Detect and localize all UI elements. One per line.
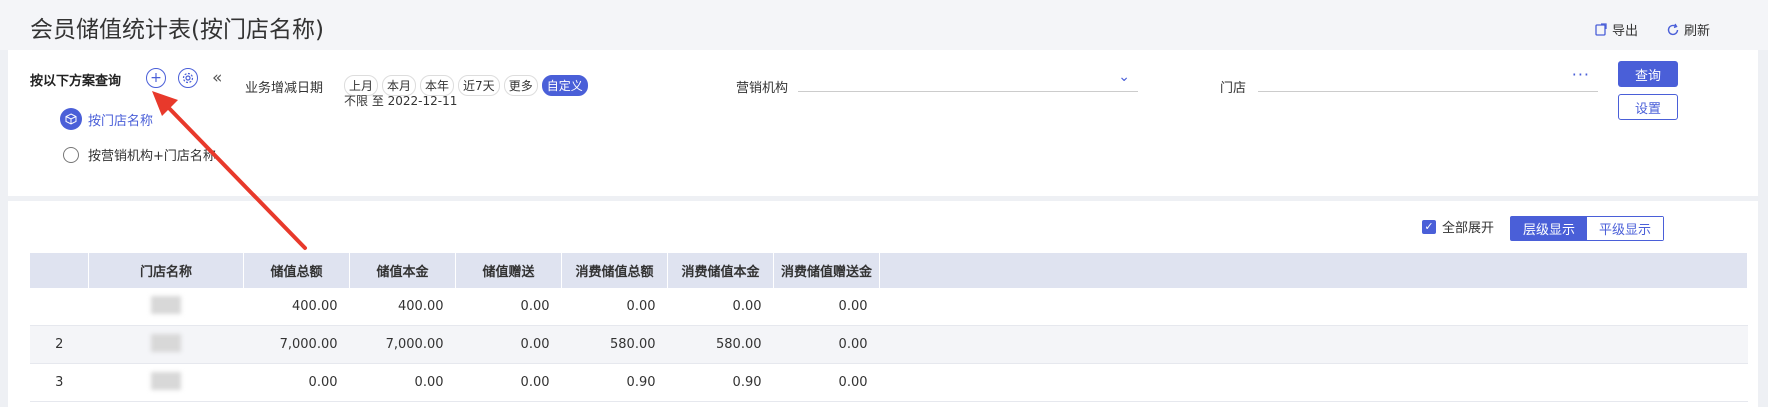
more-icon[interactable]: ··· — [1572, 65, 1590, 84]
col-stored-total[interactable]: 储值总额 — [243, 253, 350, 288]
export-icon — [1595, 22, 1607, 36]
cell-value: 7,000.00 — [349, 325, 456, 364]
redacted-name — [151, 295, 181, 314]
cell-value: 580.00 — [561, 325, 668, 364]
table-header-row: 门店名称 储值总额 储值本金 储值赠送 消费储值总额 消费储值本金 消费储值赠送… — [30, 253, 1748, 288]
export-label: 导出 — [1612, 24, 1639, 39]
cell-spacer — [879, 325, 1748, 364]
org-select[interactable]: ⌄ — [798, 69, 1138, 92]
gear-icon — [182, 72, 194, 84]
table-row[interactable]: 400.00 400.00 0.00 0.00 0.00 0.00 — [30, 288, 1748, 326]
cell-value: 0.00 — [773, 288, 880, 326]
clock-icon — [63, 146, 79, 163]
col-store-name[interactable]: 门店名称 — [88, 253, 244, 288]
store-filter-label: 门店 — [1220, 81, 1247, 96]
redacted-name — [151, 371, 181, 390]
data-table: 门店名称 储值总额 储值本金 储值赠送 消费储值总额 消费储值本金 消费储值赠送… — [30, 253, 1748, 402]
cell-value: 0.00 — [243, 363, 350, 402]
col-stored-principal[interactable]: 储值本金 — [349, 253, 456, 288]
cell-value: 0.00 — [349, 363, 456, 402]
cell-value: 400.00 — [243, 288, 350, 326]
refresh-label: 刷新 — [1684, 24, 1711, 39]
cell-value: 0.00 — [455, 288, 562, 326]
refresh-icon — [1667, 23, 1679, 35]
cube-icon — [60, 108, 82, 130]
chevron-down-icon: ⌄ — [1118, 69, 1130, 85]
scheme-item-label: 按营销机构+门店名称 — [88, 149, 216, 164]
check-icon: ✓ — [1422, 219, 1436, 234]
view-mode-toggle: 层级显示 平级显示 — [1510, 216, 1665, 241]
top-bar: 会员储值统计表(按门店名称) 导出 刷新 — [0, 0, 1768, 50]
row-index: 2 — [30, 325, 89, 364]
view-hierarchy-button[interactable]: 层级显示 — [1511, 217, 1588, 240]
cell-value: 0.00 — [455, 363, 562, 402]
add-scheme-button[interactable]: + — [146, 68, 166, 88]
date-filter-label: 业务增减日期 — [245, 81, 324, 96]
col-stored-gift[interactable]: 储值赠送 — [455, 253, 562, 288]
expand-all-checkbox[interactable]: ✓ 全部展开 — [1422, 217, 1494, 236]
col-consume-gift[interactable]: 消费储值赠送金 — [773, 253, 880, 288]
store-input[interactable]: ··· — [1258, 65, 1598, 92]
scheme-item-store-name[interactable]: 按门店名称 — [60, 108, 153, 130]
col-consume-principal[interactable]: 消费储值本金 — [667, 253, 774, 288]
add-icon: + — [150, 70, 162, 86]
chip-more[interactable]: 更多 — [503, 75, 538, 96]
scheme-panel: 按以下方案查询 + « 按门店名称 按营销机构+门店名称 — [8, 50, 230, 196]
row-index: 3 — [30, 363, 89, 402]
cell-spacer — [879, 363, 1748, 402]
scheme-title: 按以下方案查询 — [30, 74, 122, 89]
col-spacer — [879, 253, 1748, 288]
col-consume-total[interactable]: 消费储值总额 — [561, 253, 668, 288]
cell-value: 0.90 — [667, 363, 774, 402]
row-index — [30, 288, 89, 326]
query-button[interactable]: 查询 — [1618, 61, 1678, 87]
row-store-name — [88, 325, 244, 364]
expand-all-label: 全部展开 — [1442, 221, 1495, 236]
cell-value: 0.00 — [561, 288, 668, 326]
scheme-item-label: 按门店名称 — [88, 113, 154, 129]
cell-value: 0.90 — [561, 363, 668, 402]
cell-value: 400.00 — [349, 288, 456, 326]
row-store-name — [88, 288, 244, 326]
cell-value: 0.00 — [455, 325, 562, 364]
scheme-settings-button[interactable] — [178, 68, 198, 88]
cell-spacer — [879, 288, 1748, 326]
chip-last-7-days[interactable]: 近7天 — [458, 75, 500, 96]
collapse-icon[interactable]: « — [212, 68, 222, 88]
redacted-name — [151, 333, 181, 352]
page-title: 会员储值统计表(按门店名称) — [30, 17, 324, 43]
table-panel: ✓ 全部展开 层级显示 平级显示 门店名称 储值总额 储值本金 储值赠送 消费储… — [8, 201, 1758, 407]
cell-value: 0.00 — [773, 325, 880, 364]
settings-button[interactable]: 设置 — [1618, 94, 1678, 120]
cell-value: 0.00 — [667, 288, 774, 326]
date-range-value[interactable]: 不限 至 2022-12-11 — [344, 92, 457, 109]
refresh-button[interactable]: 刷新 — [1666, 20, 1710, 39]
cell-value: 7,000.00 — [243, 325, 350, 364]
cell-value: 580.00 — [667, 325, 774, 364]
view-flat-button[interactable]: 平级显示 — [1587, 217, 1664, 240]
table-row[interactable]: 2 7,000.00 7,000.00 0.00 580.00 580.00 0… — [30, 325, 1748, 364]
col-index — [30, 253, 89, 288]
query-panel: 按以下方案查询 + « 按门店名称 按营销机构+门店名称 业务增减日期 上月 本… — [8, 50, 1758, 196]
row-store-name — [88, 363, 244, 402]
cell-value: 0.00 — [773, 363, 880, 402]
scheme-item-org-store[interactable]: 按营销机构+门店名称 — [60, 145, 216, 164]
chip-custom[interactable]: 自定义 — [541, 75, 588, 96]
table-row[interactable]: 3 0.00 0.00 0.00 0.90 0.90 0.00 — [30, 363, 1748, 402]
export-button[interactable]: 导出 — [1594, 20, 1638, 39]
org-filter-label: 营销机构 — [736, 81, 789, 96]
